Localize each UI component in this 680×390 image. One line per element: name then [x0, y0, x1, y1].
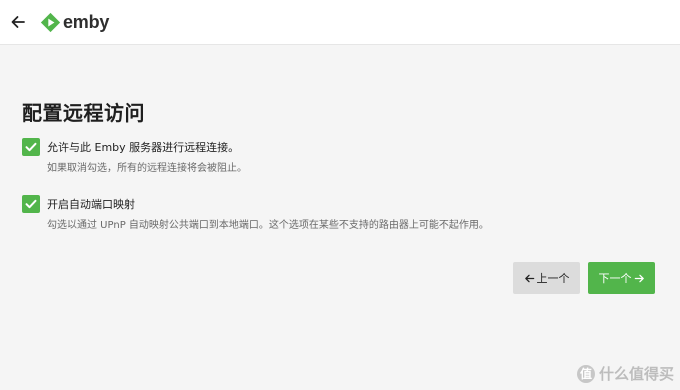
remote-access-label: 允许与此 Emby 服务器进行远程连接。 — [47, 141, 240, 154]
port-mapping-checkbox[interactable] — [22, 195, 40, 213]
emby-logo: emby — [40, 11, 109, 33]
previous-button-label: 上一个 — [536, 272, 570, 285]
remote-access-checkbox[interactable] — [22, 138, 40, 156]
watermark-text: 什么值得买 — [598, 365, 674, 383]
arrow-left-icon — [524, 274, 534, 282]
previous-button[interactable]: 上一个 — [513, 262, 580, 294]
checkmark-icon — [25, 199, 37, 209]
port-mapping-label: 开启自动端口映射 — [47, 198, 135, 211]
back-button[interactable] — [9, 13, 27, 31]
next-button[interactable]: 下一个 — [588, 262, 655, 294]
arrow-right-icon — [634, 274, 644, 282]
top-bar: emby — [0, 0, 680, 45]
next-button-label: 下一个 — [598, 272, 632, 285]
checkmark-icon — [25, 142, 37, 152]
logo-text: emby — [63, 11, 110, 32]
emby-logo-icon — [40, 12, 61, 32]
port-mapping-help: 勾选以通过 UPnP 自动映射公共端口到本地端口。这个选项在某些不支持的路由器上… — [47, 220, 489, 231]
watermark-badge: 值 — [576, 364, 595, 383]
page-title: 配置远程访问 — [22, 101, 145, 125]
remote-access-help: 如果取消勾选，所有的远程连接将会被阻止。 — [47, 163, 247, 174]
arrow-left-icon — [11, 16, 25, 28]
watermark: 值 什么值得买 — [576, 363, 674, 384]
